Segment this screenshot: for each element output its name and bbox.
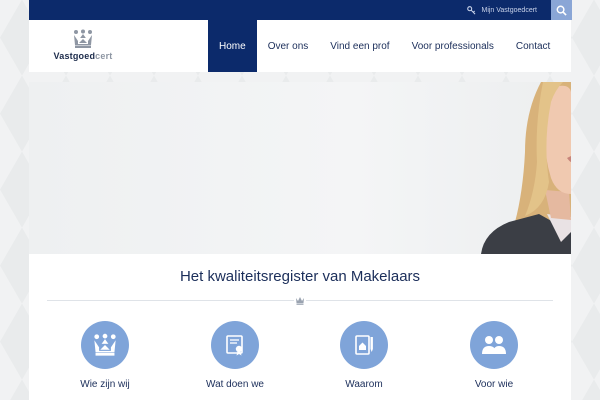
search-button[interactable] bbox=[551, 0, 572, 20]
key-icon bbox=[467, 5, 476, 14]
document-pen-icon bbox=[355, 335, 373, 355]
nav-item-contact[interactable]: Contact bbox=[505, 20, 561, 72]
logo-text: Vastgoedcert bbox=[54, 51, 113, 61]
logo[interactable]: Vastgoedcert bbox=[47, 29, 119, 65]
feature-label: Wat doen we bbox=[206, 379, 264, 390]
logo-text-main: Vastgoed bbox=[53, 51, 96, 61]
feature-label: Voor wie bbox=[474, 379, 514, 390]
crown-icon bbox=[94, 333, 116, 356]
nav-item-over-ons[interactable]: Over ons bbox=[257, 20, 320, 72]
feature-circle bbox=[470, 321, 518, 369]
feature-label: Wie zijn wij bbox=[80, 379, 130, 390]
feature-label: Waarom bbox=[345, 379, 383, 390]
nav-item-label: Voor professionals bbox=[411, 40, 494, 52]
feature-waarom[interactable]: Waarom bbox=[309, 321, 419, 390]
intro-section: Het kwaliteitsregister van Makelaars Wie… bbox=[29, 254, 571, 400]
nav-item-label: Vind een prof bbox=[330, 40, 390, 52]
page-headline: Het kwaliteitsregister van Makelaars bbox=[179, 268, 421, 285]
feature-circle bbox=[81, 321, 129, 369]
main-nav: Home Over ons Vind een prof Voor profess… bbox=[208, 20, 561, 72]
logo-text-accent: cert bbox=[95, 51, 113, 61]
nav-item-label: Home bbox=[219, 40, 246, 52]
users-icon bbox=[482, 336, 506, 354]
certificate-icon bbox=[226, 335, 243, 356]
feature-wat-doen-we[interactable]: Wat doen we bbox=[180, 321, 290, 390]
nav-item-vind-een-prof[interactable]: Vind een prof bbox=[319, 20, 400, 72]
account-link-label[interactable]: Mijn Vastgoedcert bbox=[481, 7, 537, 14]
nav-item-voor-professionals[interactable]: Voor professionals bbox=[401, 20, 505, 72]
hero-banner bbox=[29, 82, 571, 254]
small-crown-icon bbox=[294, 295, 306, 305]
hero-person-image bbox=[481, 82, 571, 254]
feature-voor-wie[interactable]: Voor wie bbox=[439, 321, 549, 390]
nav-item-home[interactable]: Home bbox=[208, 20, 257, 72]
feature-circle bbox=[340, 321, 388, 369]
nav-item-label: Over ons bbox=[267, 40, 309, 52]
search-icon bbox=[556, 5, 567, 16]
feature-wie-zijn-wij[interactable]: Wie zijn wij bbox=[50, 321, 160, 390]
account-link[interactable]: Mijn Vastgoedcert bbox=[467, 0, 537, 20]
site-header: Vastgoedcert Home Over ons Vind een prof… bbox=[29, 20, 571, 72]
crown-logo-icon bbox=[74, 29, 92, 48]
nav-item-label: Contact bbox=[515, 40, 551, 52]
feature-circle bbox=[211, 321, 259, 369]
top-bar: Mijn Vastgoedcert bbox=[29, 0, 571, 20]
